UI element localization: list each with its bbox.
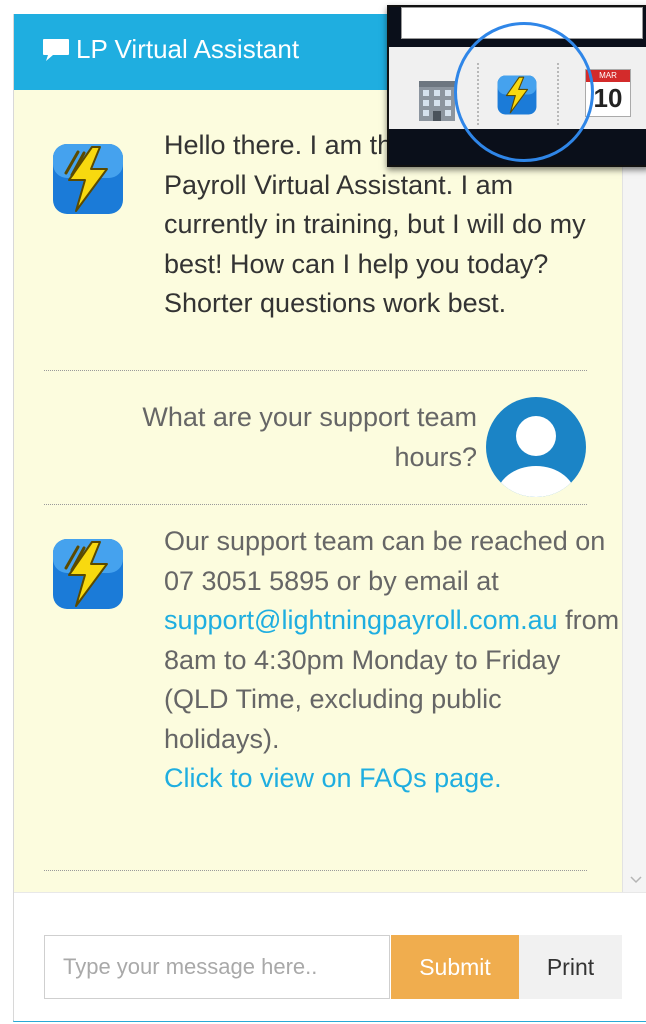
bot-message: Our support team can be reached on 07 30… — [44, 514, 619, 854]
faq-link[interactable]: Click to view on FAQs page. — [164, 759, 622, 799]
message-divider — [44, 870, 587, 871]
user-message-text: What are your support team hours? — [142, 402, 477, 472]
message-input[interactable] — [44, 935, 390, 999]
submit-button[interactable]: Submit — [391, 935, 519, 999]
taskbar-zoom-overlay: MAR 10 — [387, 5, 646, 167]
highlight-circle — [454, 22, 594, 162]
user-avatar-icon — [486, 397, 586, 497]
user-message: What are your support team hours? — [44, 380, 587, 500]
header-title-text: LP Virtual Assistant — [76, 34, 300, 64]
chat-bubble-icon — [43, 38, 69, 61]
lightning-bot-avatar-icon — [53, 539, 123, 609]
support-email-link[interactable]: support@lightningpayroll.com.au — [164, 605, 558, 635]
print-button[interactable]: Print — [519, 935, 622, 999]
chat-scrollbar[interactable] — [622, 90, 646, 892]
message-divider — [44, 504, 587, 505]
scroll-down-icon[interactable] — [630, 876, 642, 884]
bot-message-body: Our support team can be reached on 07 30… — [164, 526, 606, 596]
message-divider — [44, 370, 587, 371]
building-icon[interactable] — [417, 77, 457, 121]
bot-message-text: Our support team can be reached on 07 30… — [164, 522, 622, 799]
chat-messages[interactable]: Hello there. I am the Lightning Payroll … — [14, 90, 622, 892]
lightning-bot-avatar-icon — [53, 144, 123, 214]
header-title: LP Virtual Assistant — [42, 34, 299, 65]
message-input-bar: Submit Print — [14, 892, 646, 1021]
